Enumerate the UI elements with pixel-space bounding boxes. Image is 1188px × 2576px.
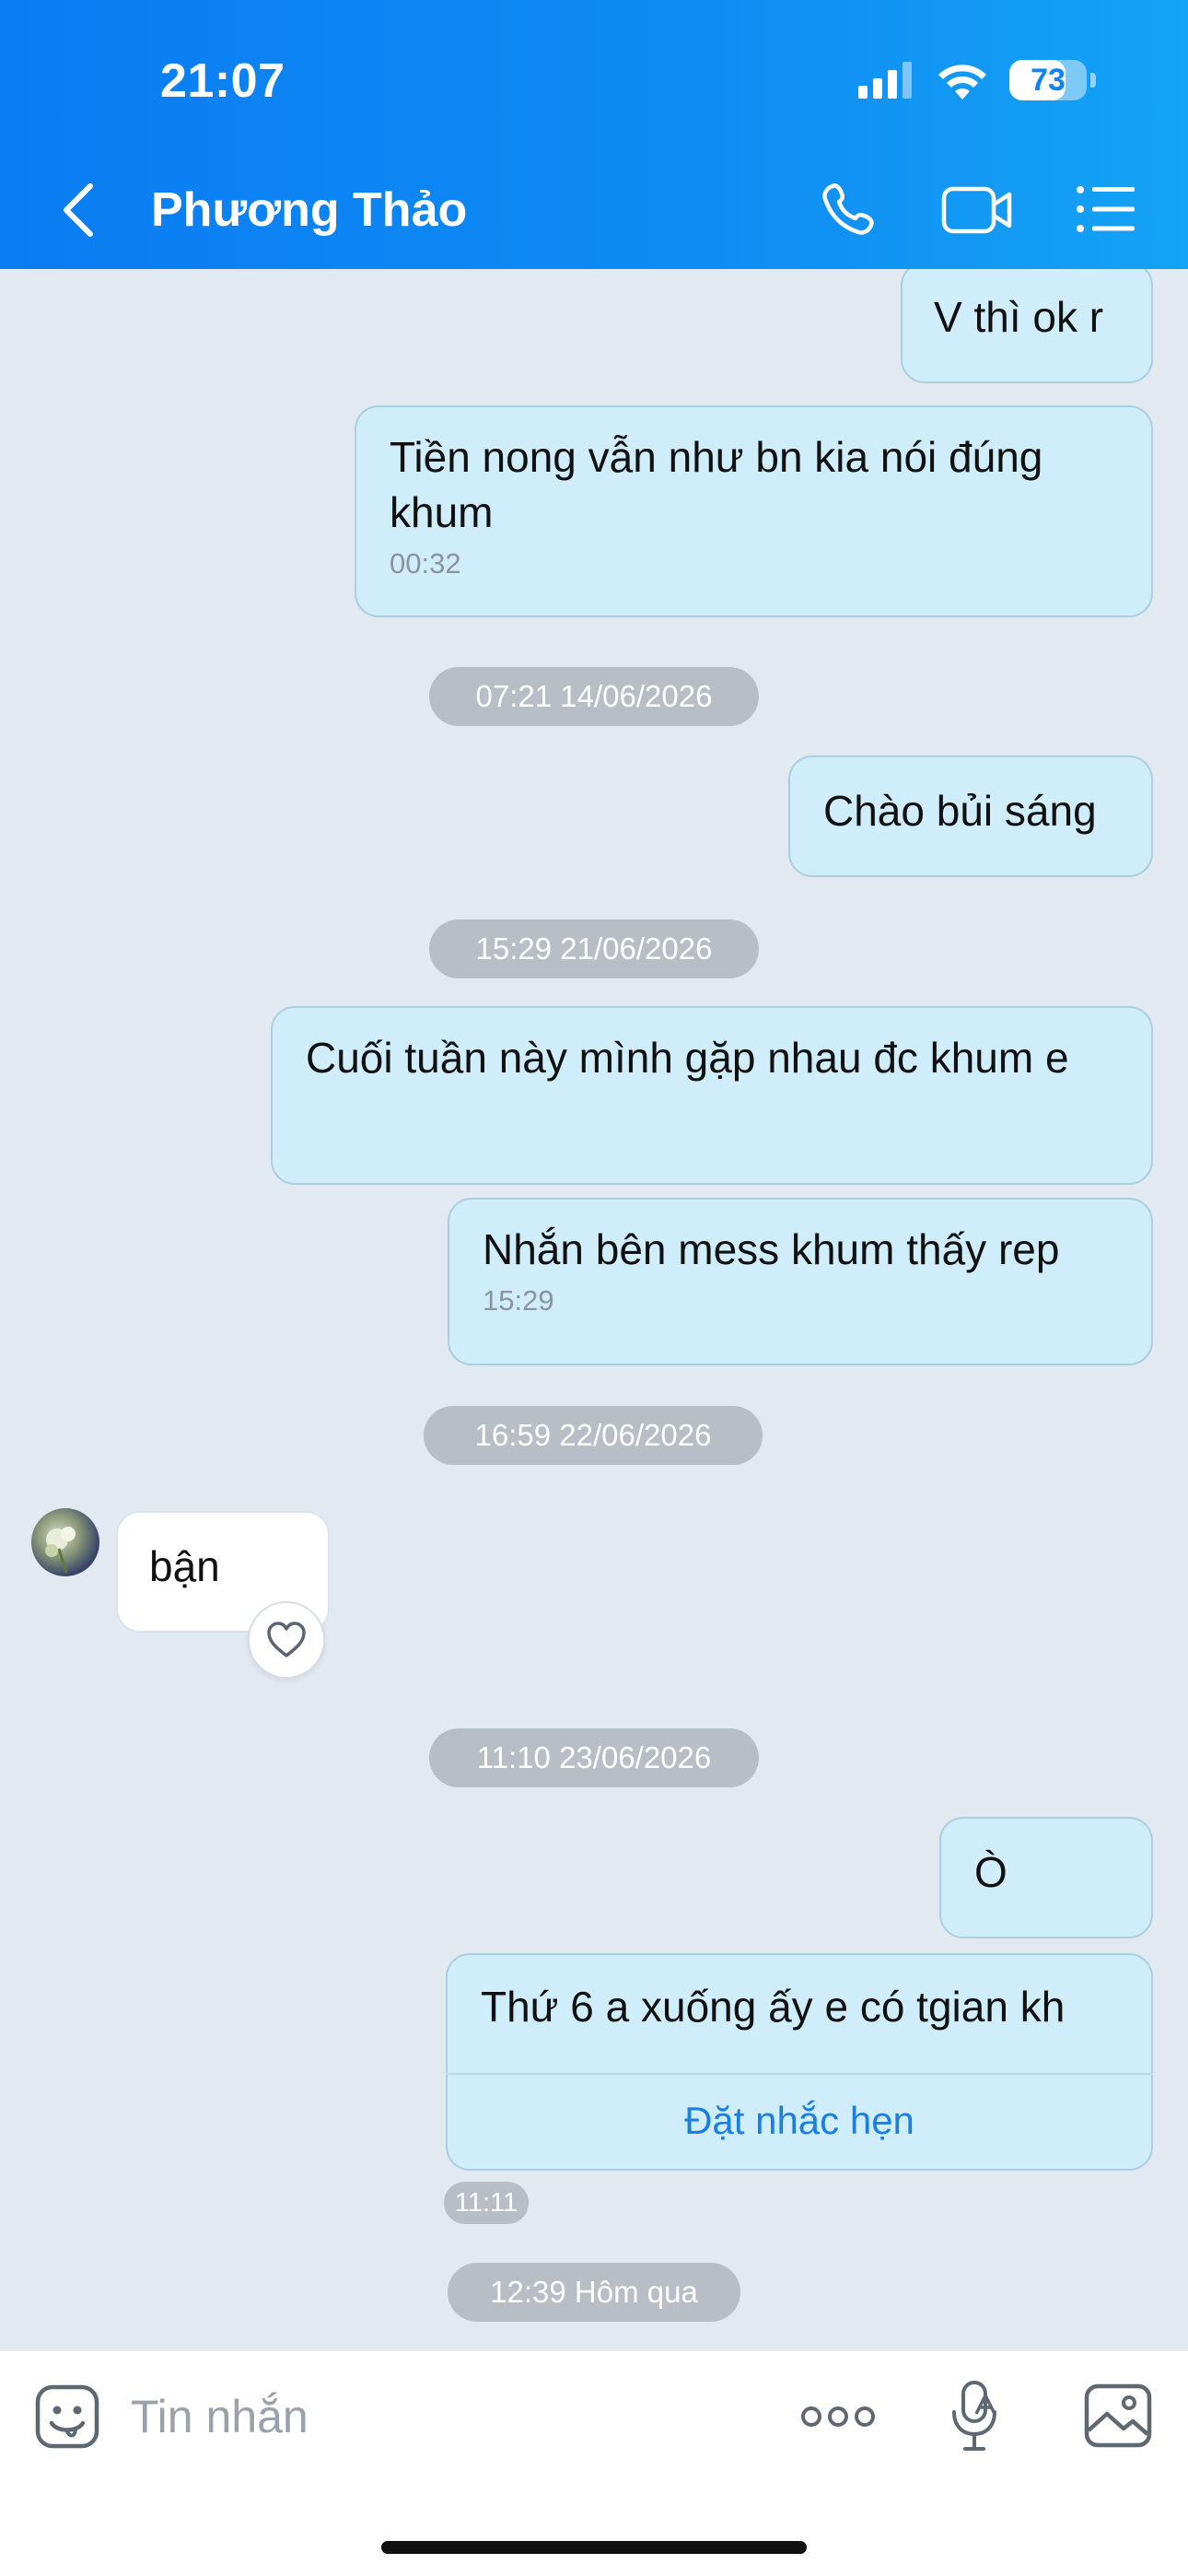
chat-header: 21:07 73 Phương Thảo xyxy=(0,0,1188,269)
status-time: 21:07 xyxy=(160,54,285,108)
back-chevron-icon[interactable] xyxy=(59,181,99,240)
battery-percent: 73 xyxy=(1031,63,1066,98)
contact-name[interactable]: Phương Thảo xyxy=(151,182,467,238)
message-input-bar xyxy=(0,2349,1188,2576)
video-camera-icon[interactable] xyxy=(941,184,1013,236)
cellular-signal-icon xyxy=(858,62,912,99)
date-separator: 07:21 14/06/2026 xyxy=(429,667,759,726)
image-gallery-icon[interactable] xyxy=(1083,2383,1153,2449)
flower-photo xyxy=(45,1527,76,1574)
status-icons: 73 xyxy=(858,57,1096,103)
contact-avatar[interactable] xyxy=(31,1508,99,1576)
date-separator: 16:59 22/06/2026 xyxy=(424,1406,763,1465)
react-heart-button[interactable] xyxy=(248,1601,325,1679)
message-time: 11:11 xyxy=(444,2182,529,2224)
chat-messages[interactable]: V thì ok r Tiền nong vẫn như bn kia nói … xyxy=(0,269,1188,2349)
home-indicator xyxy=(381,2541,807,2554)
message-bubble-outgoing[interactable]: Thứ 6 a xuống ấy e có tgian kh Đặt nhắc … xyxy=(446,1953,1153,2171)
message-bubble-outgoing[interactable]: Tiền nong vẫn như bn kia nói đúng khum 0… xyxy=(355,405,1153,617)
message-bubble-outgoing[interactable]: Chào bủi sáng xyxy=(788,755,1153,877)
message-input[interactable] xyxy=(131,2384,739,2449)
phone-icon[interactable] xyxy=(820,181,877,238)
battery-icon: 73 xyxy=(1009,60,1096,100)
message-time: 00:32 xyxy=(390,547,461,580)
message-time: 15:29 xyxy=(483,1284,554,1317)
sticker-face-icon[interactable] xyxy=(33,2383,101,2451)
more-dots-icon[interactable] xyxy=(799,2395,877,2438)
date-separator: 12:39 Hôm qua xyxy=(448,2263,740,2322)
heart-icon xyxy=(267,1622,306,1657)
wifi-icon xyxy=(938,64,986,100)
message-bubble-outgoing[interactable]: Nhắn bên mess khum thấy rep 15:29 xyxy=(448,1198,1153,1365)
date-separator: 11:10 23/06/2026 xyxy=(429,1728,759,1787)
list-menu-icon[interactable] xyxy=(1076,184,1135,234)
set-reminder-link[interactable]: Đặt nhắc hẹn xyxy=(448,2075,1151,2167)
message-bubble-outgoing[interactable]: Cuối tuần này mình gặp nhau đc khum e xyxy=(271,1006,1153,1185)
message-bubble-outgoing[interactable]: V thì ok r xyxy=(901,269,1153,383)
voice-to-text-mic-icon[interactable] xyxy=(949,2379,1002,2454)
date-separator: 15:29 21/06/2026 xyxy=(429,919,759,978)
message-bubble-outgoing[interactable]: Ò xyxy=(939,1817,1153,1938)
